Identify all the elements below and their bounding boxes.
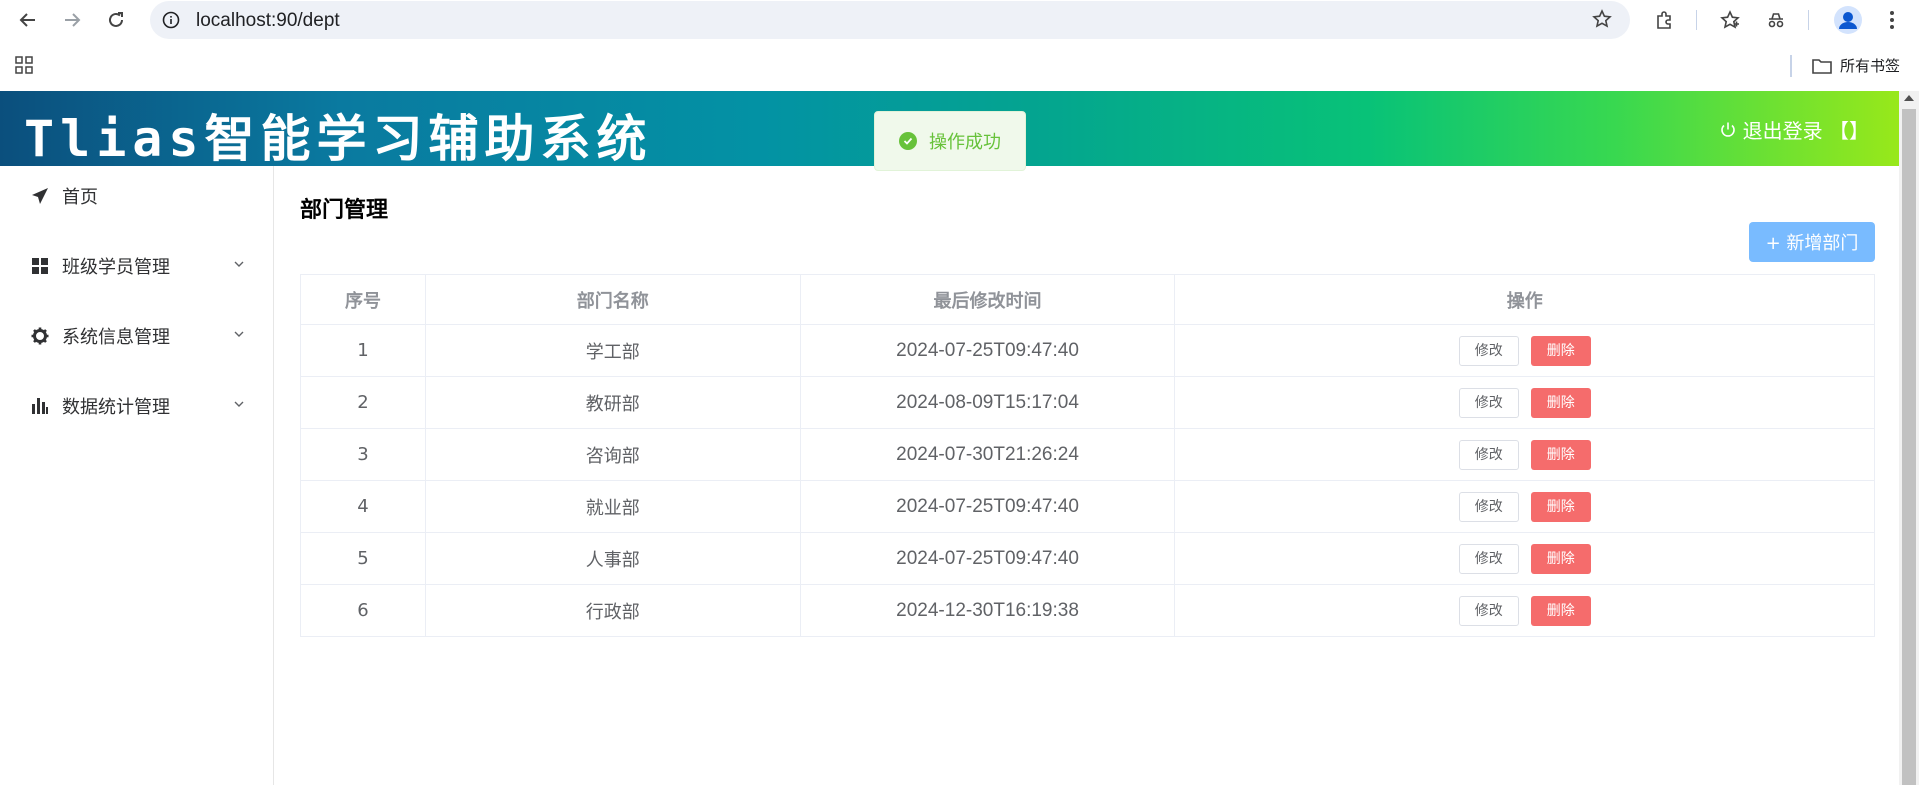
column-header-time: 最后修改时间 [799, 274, 1176, 325]
column-header-actions: 操作 [1174, 274, 1875, 325]
address-bar[interactable]: localhost:90/dept [150, 1, 1630, 39]
table-row: 5 人事部 2024-07-25T09:47:40 修改 删除 [300, 532, 1875, 585]
forward-icon[interactable] [60, 8, 84, 32]
cell-actions: 修改 删除 [1174, 584, 1875, 637]
back-icon[interactable] [16, 8, 40, 32]
cell-actions: 修改 删除 [1174, 376, 1875, 429]
app-title: Tlias智能学习辅助系统 [24, 110, 653, 168]
table-row: 6 行政部 2024-12-30T16:19:38 修改 删除 [300, 584, 1875, 637]
browser-toolbar: localhost:90/dept [0, 0, 1919, 39]
site-info-icon[interactable] [162, 11, 180, 29]
logout-label: 退出登录 【】 [1742, 119, 1869, 143]
cell-index: 5 [300, 532, 426, 585]
app-root: Tlias智能学习辅助系统 退出登录 【】 操作成功 首页 班级学员管理 系统信… [0, 91, 1899, 785]
table-header-row: 序号 部门名称 最后修改时间 操作 [300, 274, 1875, 325]
delete-button[interactable]: 删除 [1530, 387, 1591, 418]
toolbar-separator [1808, 10, 1809, 30]
sidebar-item-label: 系统信息管理 [62, 327, 170, 348]
table-row: 4 就业部 2024-07-25T09:47:40 修改 删除 [300, 480, 1875, 533]
toolbar-separator [1696, 10, 1697, 30]
cell-index: 4 [300, 480, 426, 533]
delete-button[interactable]: 删除 [1530, 335, 1591, 366]
cell-actions: 修改 删除 [1174, 480, 1875, 533]
sidebar-item-label: 数据统计管理 [62, 397, 170, 418]
all-bookmarks-button[interactable]: 所有书签 [1812, 55, 1900, 76]
cell-name: 学工部 [424, 324, 801, 377]
page-title: 部门管理 [300, 198, 389, 223]
chevron-down-icon [234, 401, 244, 407]
table-row: 2 教研部 2024-08-09T15:17:04 修改 删除 [300, 376, 1875, 429]
cell-time: 2024-07-25T09:47:40 [799, 480, 1176, 533]
edit-button[interactable]: 修改 [1458, 595, 1519, 626]
gear-icon [30, 326, 50, 346]
cell-time: 2024-07-30T21:26:24 [799, 428, 1176, 481]
delete-button[interactable]: 删除 [1530, 595, 1591, 626]
grid-icon [30, 256, 50, 276]
column-header-index: 序号 [300, 274, 426, 325]
menu-kebab-icon[interactable] [1880, 8, 1904, 32]
apps-grid-icon[interactable] [14, 55, 34, 79]
success-toast: 操作成功 [874, 111, 1026, 171]
cell-index: 2 [300, 376, 426, 429]
cell-name: 教研部 [424, 376, 801, 429]
bookmark-separator [1790, 55, 1792, 77]
profile-avatar[interactable] [1834, 6, 1862, 34]
bookmark-bar: 所有书签 [0, 39, 1919, 91]
logout-button[interactable]: 退出登录 【】 [1719, 115, 1869, 144]
bookmark-star-icon[interactable] [1592, 9, 1612, 29]
all-bookmarks-label: 所有书签 [1840, 57, 1901, 75]
cell-name: 行政部 [424, 584, 801, 637]
table-row: 3 咨询部 2024-07-30T21:26:24 修改 删除 [300, 428, 1875, 481]
cell-name: 人事部 [424, 532, 801, 585]
scroll-up-arrow-icon[interactable] [1904, 95, 1914, 101]
delete-button[interactable]: 删除 [1530, 491, 1591, 522]
cell-actions: 修改 删除 [1174, 324, 1875, 377]
sidebar-item-label: 首页 [62, 187, 98, 208]
cell-name: 咨询部 [424, 428, 801, 481]
url-text: localhost:90/dept [196, 10, 340, 31]
table-row: 1 学工部 2024-07-25T09:47:40 修改 删除 [300, 324, 1875, 377]
chevron-down-icon [234, 331, 244, 337]
delete-button[interactable]: 删除 [1530, 439, 1591, 470]
sidebar-item-label: 班级学员管理 [62, 257, 170, 278]
bookmarks-icon[interactable] [1718, 8, 1742, 32]
chevron-down-icon [234, 261, 244, 267]
reload-icon[interactable] [104, 8, 128, 32]
sidebar: 首页 班级学员管理 系统信息管理 数据统计管理 [0, 166, 274, 785]
cell-time: 2024-12-30T16:19:38 [799, 584, 1176, 637]
main-content: 部门管理 + 新增部门 序号 部门名称 最后修改时间 操作 1 学工部 2024-0… [275, 166, 1899, 785]
delete-button[interactable]: 删除 [1530, 543, 1591, 574]
edit-button[interactable]: 修改 [1458, 439, 1519, 470]
cell-index: 1 [300, 324, 426, 377]
page-scrollbar[interactable] [1899, 91, 1919, 785]
edit-button[interactable]: 修改 [1458, 335, 1519, 366]
toast-message: 操作成功 [929, 132, 1001, 153]
edit-button[interactable]: 修改 [1458, 387, 1519, 418]
cell-index: 3 [300, 428, 426, 481]
bar-chart-icon [30, 396, 50, 416]
edit-button[interactable]: 修改 [1458, 543, 1519, 574]
cell-time: 2024-08-09T15:17:04 [799, 376, 1176, 429]
cell-time: 2024-07-25T09:47:40 [799, 532, 1176, 585]
cell-time: 2024-07-25T09:47:40 [799, 324, 1176, 377]
power-icon [1720, 122, 1735, 137]
folder-icon [1812, 58, 1832, 74]
cell-index: 6 [300, 584, 426, 637]
extensions-icon[interactable] [1652, 8, 1676, 32]
sidebar-item-data-stats[interactable]: 数据统计管理 [0, 376, 273, 436]
sidebar-item-home[interactable]: 首页 [0, 166, 273, 226]
add-department-button[interactable]: + 新增部门 [1749, 222, 1875, 262]
sidebar-item-system-info[interactable]: 系统信息管理 [0, 306, 273, 366]
scrollbar-thumb[interactable] [1902, 109, 1916, 785]
paper-plane-icon [30, 186, 50, 206]
check-circle-icon [899, 132, 917, 150]
column-header-name: 部门名称 [424, 274, 801, 325]
incognito-icon[interactable] [1764, 8, 1788, 32]
cell-actions: 修改 删除 [1174, 428, 1875, 481]
cell-name: 就业部 [424, 480, 801, 533]
edit-button[interactable]: 修改 [1458, 491, 1519, 522]
cell-actions: 修改 删除 [1174, 532, 1875, 585]
department-table: 序号 部门名称 最后修改时间 操作 1 学工部 2024-07-25T09:47:4… [300, 274, 1875, 637]
sidebar-item-class-student[interactable]: 班级学员管理 [0, 236, 273, 296]
